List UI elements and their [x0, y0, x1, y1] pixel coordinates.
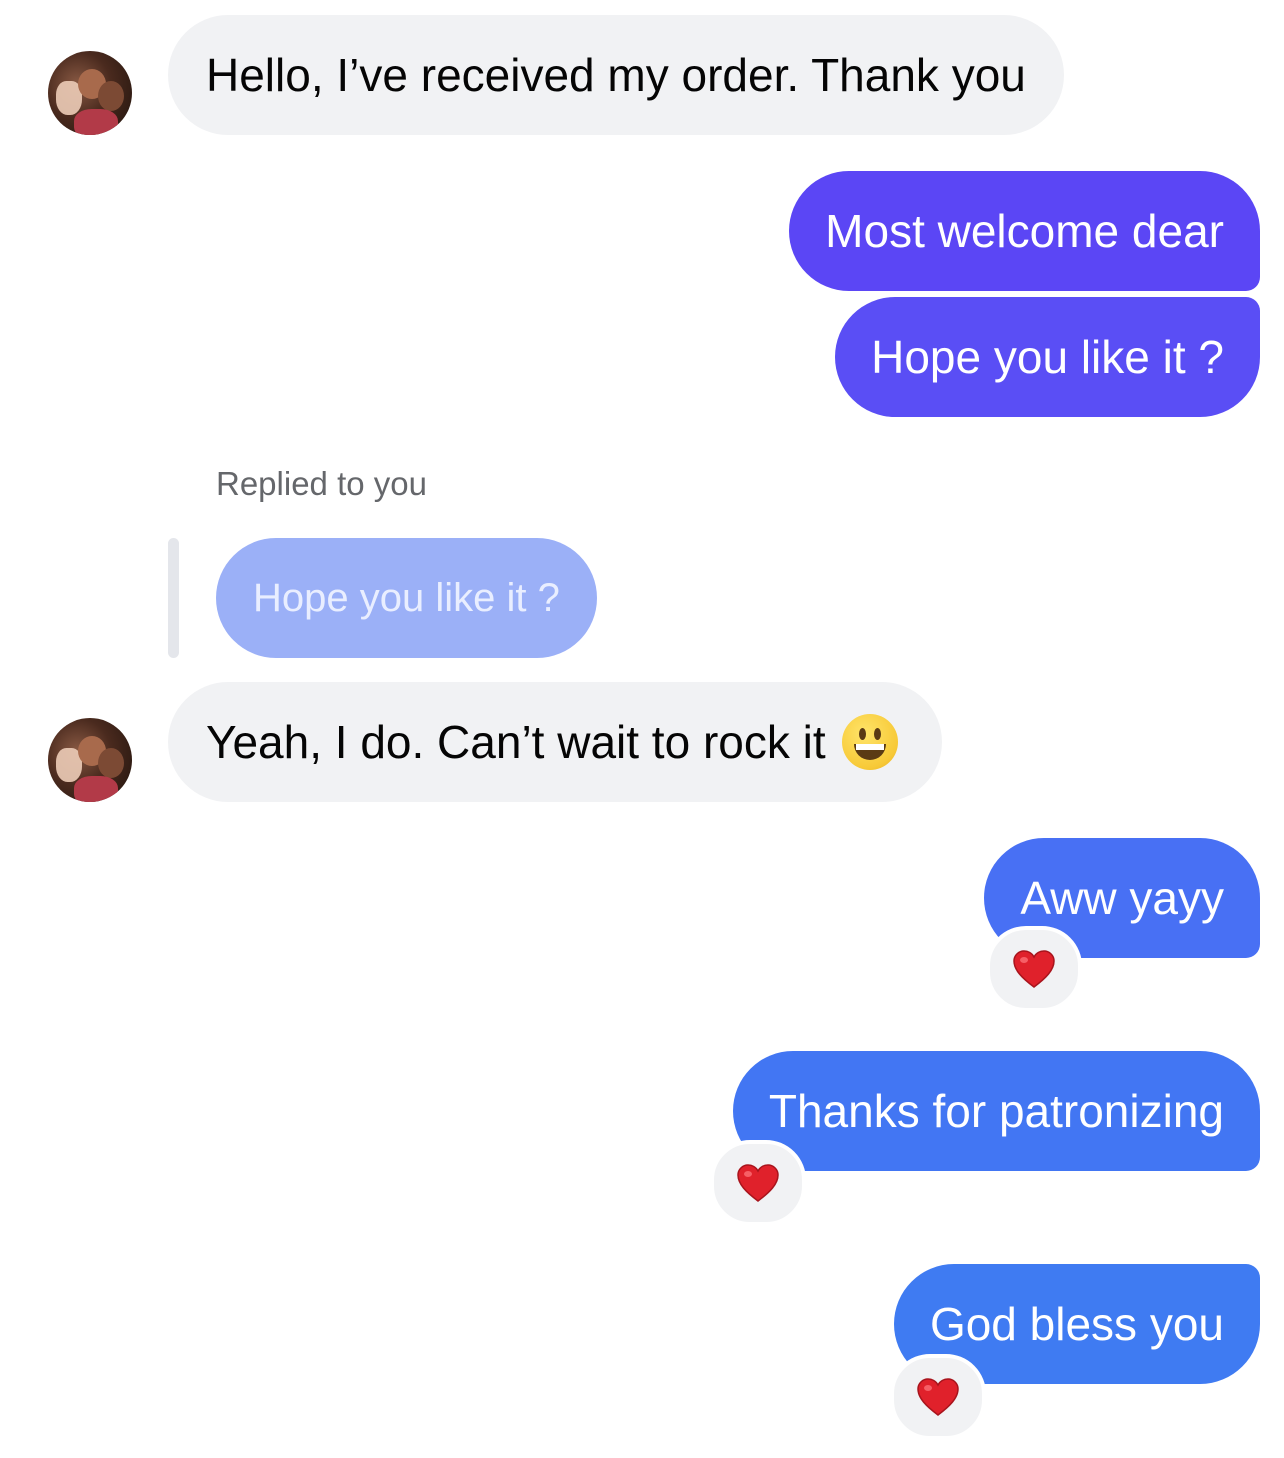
heart-reaction[interactable]	[710, 1140, 806, 1226]
message-text: Yeah, I do. Can’t wait to rock it	[206, 716, 826, 768]
grinning-face-emoji-icon	[841, 713, 898, 770]
reply-quote-bar	[168, 538, 179, 658]
incoming-message[interactable]: Yeah, I do. Can’t wait to rock it	[168, 682, 942, 802]
outgoing-message[interactable]: Most welcome dear	[789, 171, 1260, 291]
heart-reaction[interactable]	[890, 1354, 986, 1440]
red-heart-icon	[917, 1378, 959, 1416]
outgoing-message[interactable]: Hope you like it ?	[835, 297, 1260, 417]
incoming-message[interactable]: Hello, I’ve received my order. Thank you	[168, 15, 1064, 135]
heart-reaction[interactable]	[986, 926, 1082, 1012]
red-heart-icon	[737, 1164, 779, 1202]
contact-avatar[interactable]	[48, 718, 132, 802]
outgoing-message[interactable]: Thanks for patronizing	[732, 1051, 1260, 1171]
quoted-message[interactable]: Hope you like it ?	[216, 538, 597, 658]
reply-label: Replied to you	[216, 465, 427, 502]
contact-avatar[interactable]	[48, 51, 132, 135]
red-heart-icon	[1013, 950, 1055, 988]
